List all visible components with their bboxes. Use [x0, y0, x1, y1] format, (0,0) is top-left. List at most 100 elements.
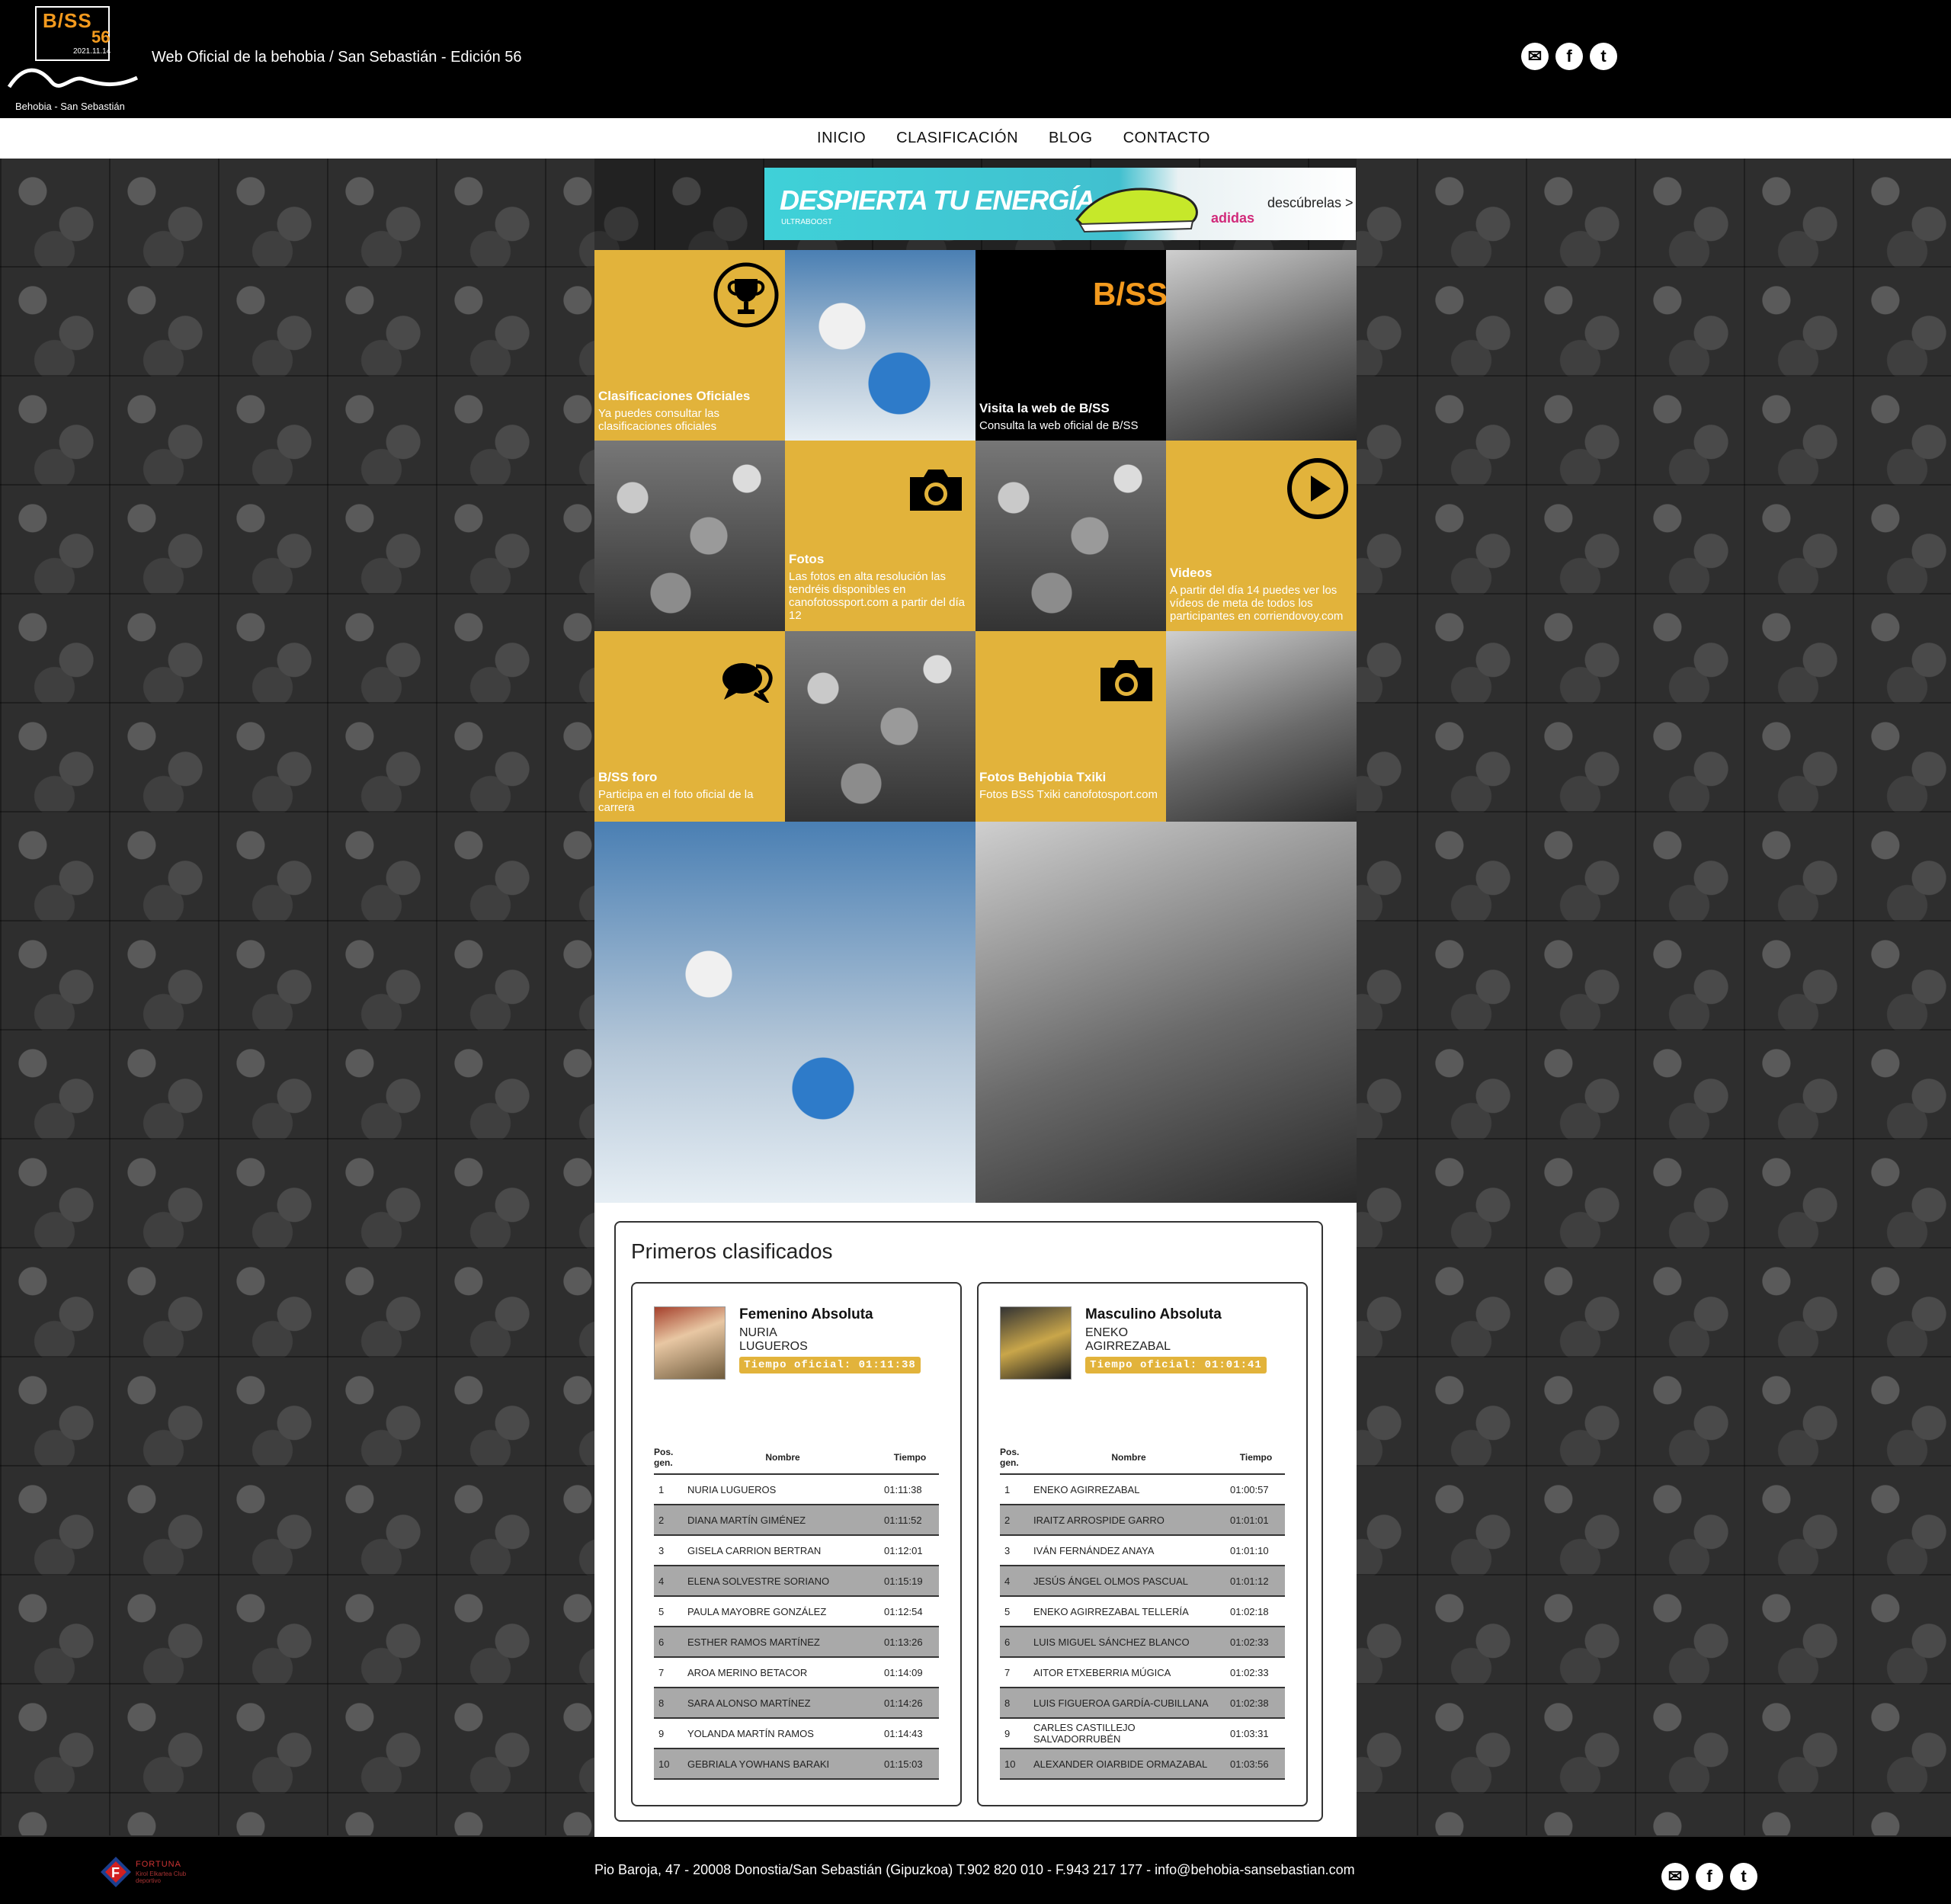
tile-videos[interactable]: Videos A partir del día 14 puedes ver lo… [1166, 441, 1357, 631]
banner-cta[interactable]: descúbrelas > [1267, 195, 1354, 211]
cell-name: ENEKO AGIRREZABAL TELLERÍA [1030, 1596, 1227, 1627]
winner-first-name: ENEKO [1085, 1326, 1129, 1339]
cell-pos: 3 [1000, 1535, 1030, 1566]
chat-bubbles-icon [722, 663, 773, 703]
cell-time: 01:02:38 [1227, 1688, 1285, 1719]
tile-bss-web[interactable]: B/SS Visita la web de B/SS Consulta la w… [976, 250, 1166, 441]
cell-name: YOLANDA MARTÍN RAMOS [684, 1718, 881, 1749]
twitter-icon[interactable]: t [1730, 1863, 1757, 1890]
cell-time: 01:11:38 [881, 1474, 939, 1505]
col-pos: Pos. gen. [654, 1441, 684, 1475]
cell-name: AITOR ETXEBERRIA MÚGICA [1030, 1657, 1227, 1688]
site-footer: F FORTUNA Kirol Elkartea Club deportivo … [0, 1837, 1951, 1904]
cell-name: ELENA SOLVESTRE SORIANO [684, 1566, 881, 1597]
cell-time: 01:02:18 [1227, 1596, 1285, 1627]
cell-time: 01:14:09 [881, 1657, 939, 1688]
wave-icon [8, 68, 139, 88]
tile-fotos[interactable]: Fotos Las fotos en alta resolución las t… [785, 441, 976, 631]
cell-time: 01:03:31 [1227, 1718, 1285, 1749]
table-row: 3 GISELA CARRION BERTRAN 01:12:01 [654, 1535, 939, 1566]
official-time-badge: Tiempo oficial: 01:01:41 [1085, 1357, 1267, 1374]
cell-name: CARLES CASTILLEJO SALVADORRUBÉN [1030, 1718, 1227, 1749]
table-row: 6 ESTHER RAMOS MARTÍNEZ 01:13:26 [654, 1627, 939, 1658]
chat-icon[interactable]: ✉ [1521, 43, 1549, 70]
fortuna-logo[interactable]: F FORTUNA Kirol Elkartea Club deportivo [99, 1855, 198, 1889]
cell-name: NURIA LUGUEROS [684, 1474, 881, 1505]
facebook-icon[interactable]: f [1555, 43, 1583, 70]
cell-time: 01:14:43 [881, 1718, 939, 1749]
table-row: 1 ENEKO AGIRREZABAL 01:00:57 [1000, 1474, 1285, 1505]
table-row: 4 JESÚS ÁNGEL OLMOS PASCUAL 01:01:12 [1000, 1566, 1285, 1597]
fortuna-shield-icon: F [101, 1857, 131, 1887]
tile-title: Fotos Behjobia Txiki [979, 770, 1107, 784]
tile-desc: Ya puedes consultar las clasificaciones … [598, 407, 719, 433]
nav-blog[interactable]: BLOG [1049, 130, 1093, 147]
cell-name: IRAITZ ARROSPIDE GARRO [1030, 1505, 1227, 1536]
cell-time: 01:11:52 [881, 1505, 939, 1536]
table-row: 5 PAULA MAYOBRE GONZÁLEZ 01:12:54 [654, 1596, 939, 1627]
table-row: 2 DIANA MARTÍN GIMÉNEZ 01:11:52 [654, 1505, 939, 1536]
tile-desc: Las fotos en alta resolución las tendréi… [789, 570, 965, 622]
cell-name: ESTHER RAMOS MARTÍNEZ [684, 1627, 881, 1658]
table-row: 9 CARLES CASTILLEJO SALVADORRUBÉN 01:03:31 [1000, 1718, 1285, 1749]
tile-title: Videos [1170, 566, 1213, 580]
site-header: B/SS 56 2021.11.14 Behobia - San Sebasti… [0, 0, 1951, 118]
photo-couple-runners [976, 822, 1357, 1203]
cell-time: 01:01:10 [1227, 1535, 1285, 1566]
chat-icon[interactable]: ✉ [1661, 1863, 1689, 1890]
club-subtitle: Kirol Elkartea Club deportivo [136, 1870, 187, 1884]
camera-icon [910, 470, 962, 511]
cell-pos: 9 [1000, 1718, 1030, 1749]
cell-pos: 6 [654, 1627, 684, 1658]
cell-name: LUIS MIGUEL SÁNCHEZ BLANCO [1030, 1627, 1227, 1658]
cell-time: 01:14:26 [881, 1688, 939, 1719]
photo-race-start [594, 822, 976, 1203]
cell-pos: 4 [1000, 1566, 1030, 1597]
footer-address: Pio Baroja, 47 - 20008 Donostia/San Seba… [594, 1862, 1355, 1877]
table-row: 7 AITOR ETXEBERRIA MÚGICA 01:02:33 [1000, 1657, 1285, 1688]
nav-clasificacion[interactable]: CLASIFICACIÓN [896, 130, 1018, 147]
results-section: Primeros clasificados Femenino Absoluta … [594, 1203, 1357, 1837]
table-row: 6 LUIS MIGUEL SÁNCHEZ BLANCO 01:02:33 [1000, 1627, 1285, 1658]
tile-title: B/SS foro [598, 770, 658, 784]
svg-text:F: F [111, 1865, 120, 1880]
cell-pos: 5 [654, 1596, 684, 1627]
tile-clasificaciones[interactable]: Clasificaciones Oficiales Ya puedes cons… [594, 250, 785, 441]
cell-name: PAULA MAYOBRE GONZÁLEZ [684, 1596, 881, 1627]
facebook-icon[interactable]: f [1696, 1863, 1723, 1890]
nav-contacto[interactable]: CONTACTO [1123, 130, 1210, 147]
cell-time: 01:12:01 [881, 1535, 939, 1566]
logo-date: 2021.11.14 [73, 47, 111, 56]
photo-smiling-runner [976, 441, 1166, 631]
cell-pos: 8 [1000, 1688, 1030, 1719]
cell-time: 01:01:01 [1227, 1505, 1285, 1536]
nav-inicio[interactable]: INICIO [817, 130, 866, 147]
male-ranking-table: Pos. gen. Nombre Tiempo 1 ENEKO AGIRREZAB… [1000, 1441, 1285, 1780]
cell-pos: 7 [1000, 1657, 1030, 1688]
adidas-banner-ad[interactable]: DESPIERTA TU ENERGÍA ULTRABOOST adidas d… [764, 168, 1356, 240]
cell-pos: 1 [654, 1474, 684, 1505]
winner-first-name: NURIA [739, 1326, 777, 1339]
tile-txiki[interactable]: Fotos Behjobia Txiki Fotos BSS Txiki can… [976, 631, 1166, 822]
club-name: FORTUNA [136, 1860, 181, 1869]
cell-pos: 4 [654, 1566, 684, 1597]
cell-pos: 6 [1000, 1627, 1030, 1658]
tile-desc: Consulta la web oficial de B/SS [979, 419, 1139, 432]
tile-title: Clasificaciones Oficiales [598, 389, 751, 403]
twitter-icon[interactable]: t [1590, 43, 1617, 70]
table-row: 7 AROA MERINO BETACOR 01:14:09 [654, 1657, 939, 1688]
tile-title: Fotos [789, 552, 825, 566]
site-title: Web Oficial de la behobia / San Sebastiá… [152, 49, 522, 66]
cell-pos: 2 [1000, 1505, 1030, 1536]
winner-last-name: AGIRREZABAL [1085, 1340, 1171, 1353]
table-row: 3 IVÁN FERNÁNDEZ ANAYA 01:01:10 [1000, 1535, 1285, 1566]
tile-foro[interactable]: B/SS foro Participa en el foto oficial d… [594, 631, 785, 822]
cell-time: 01:01:12 [1227, 1566, 1285, 1597]
winner-last-name: LUGUEROS [739, 1340, 808, 1353]
site-logo[interactable]: B/SS 56 2021.11.14 Behobia - San Sebasti… [8, 6, 139, 114]
table-row: 9 YOLANDA MARTÍN RAMOS 01:14:43 [654, 1718, 939, 1749]
footer-social-links: ✉ f t [1661, 1863, 1757, 1890]
photo-crowd-bw [785, 631, 976, 822]
col-pos: Pos. gen. [1000, 1441, 1030, 1475]
table-row: 10 ALEXANDER OIARBIDE ORMAZABAL 01:03:56 [1000, 1749, 1285, 1780]
